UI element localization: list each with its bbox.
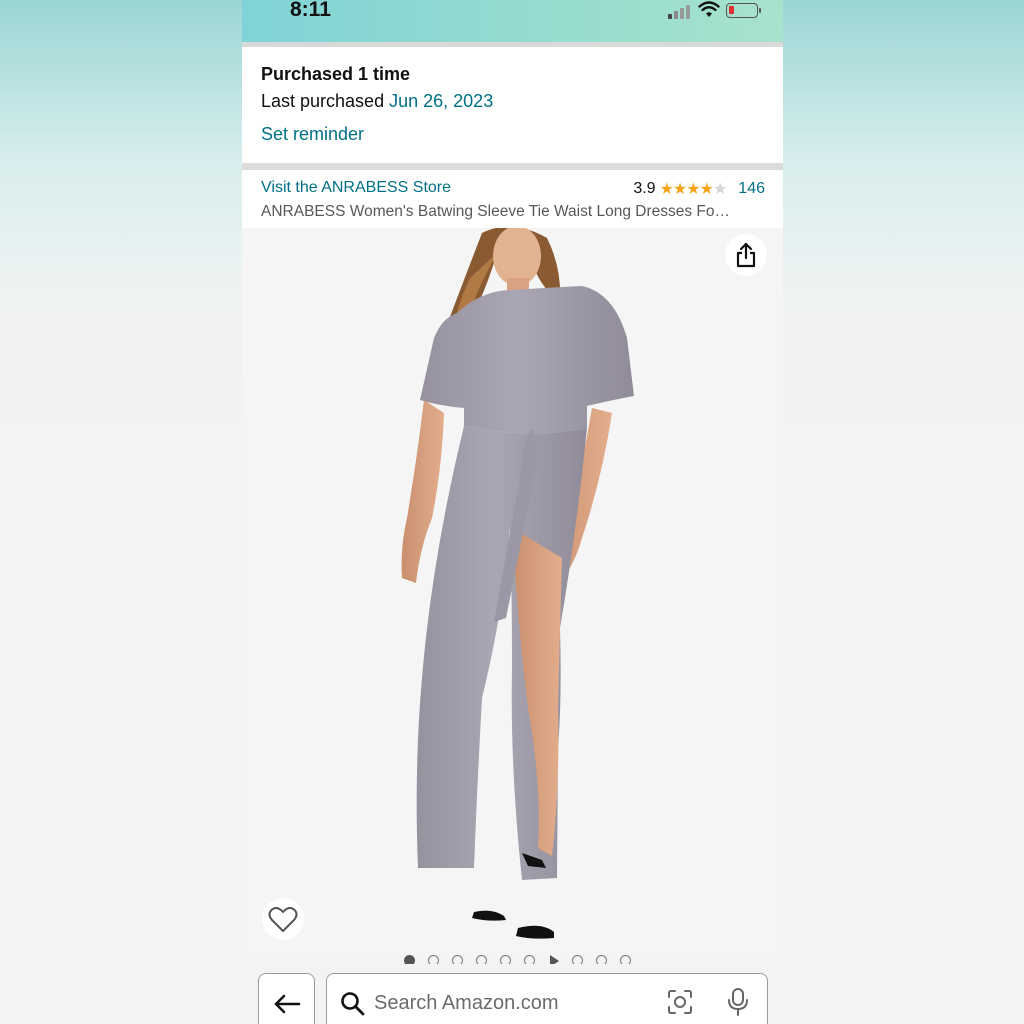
battery-icon xyxy=(726,3,761,18)
heart-icon xyxy=(268,906,298,932)
search-icon xyxy=(341,992,365,1016)
wifi-icon xyxy=(698,1,720,17)
cellular-signal-icon xyxy=(668,5,692,19)
search-box[interactable] xyxy=(326,973,768,1024)
phone-screen: 8:11 Purchased 1 time Last purchased Jun… xyxy=(242,0,783,1024)
product-title[interactable]: ANRABESS Women's Batwing Sleeve Tie Wais… xyxy=(261,203,766,221)
status-time: 8:11 xyxy=(290,0,331,21)
back-button[interactable] xyxy=(258,973,315,1024)
search-input[interactable] xyxy=(374,988,654,1018)
last-purchased-label: Last purchased xyxy=(261,91,385,111)
divider xyxy=(242,163,783,170)
set-reminder-link[interactable]: Set reminder xyxy=(261,124,364,145)
product-image[interactable] xyxy=(242,228,783,958)
camera-lens-icon[interactable] xyxy=(667,989,693,1015)
purchase-count: Purchased 1 time xyxy=(261,64,411,84)
share-icon xyxy=(736,242,756,268)
last-purchased-date[interactable]: Jun 26, 2023 xyxy=(389,91,493,111)
bottom-search-bar xyxy=(242,964,783,1024)
rating[interactable]: 3.9 ★★★★★ 146 xyxy=(633,179,765,199)
rating-value: 3.9 xyxy=(633,180,656,197)
review-count[interactable]: 146 xyxy=(738,180,765,198)
wishlist-button[interactable] xyxy=(262,898,304,940)
product-header: Visit the ANRABESS Store 3.9 ★★★★★ 146 A… xyxy=(242,170,783,228)
star-rating-icon: ★★★★★ xyxy=(659,181,728,198)
purchase-history-card: Purchased 1 time Last purchased Jun 26, … xyxy=(242,47,783,163)
battery-level xyxy=(729,6,734,14)
microphone-icon[interactable] xyxy=(727,987,749,1017)
last-purchased: Last purchased Jun 26, 2023 xyxy=(261,91,493,112)
status-bar: 8:11 xyxy=(242,0,783,42)
background-right xyxy=(782,0,1024,1024)
background-left xyxy=(0,0,242,1024)
arrow-left-icon xyxy=(274,994,300,1014)
store-link[interactable]: Visit the ANRABESS Store xyxy=(261,179,451,197)
product-image-carousel[interactable] xyxy=(242,228,783,958)
share-button[interactable] xyxy=(725,234,767,276)
